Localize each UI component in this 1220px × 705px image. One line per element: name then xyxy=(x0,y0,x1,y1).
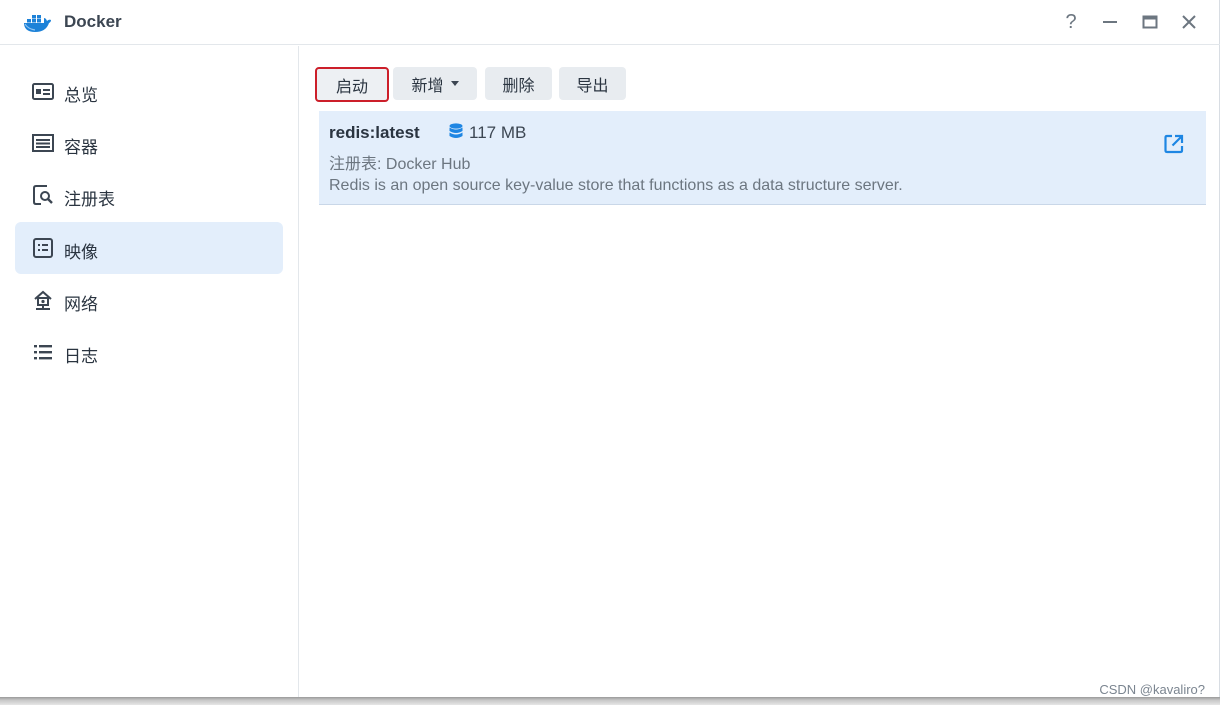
caret-down-icon xyxy=(450,81,459,86)
title-bar: Docker ? xyxy=(0,0,1220,45)
image-name: redis:latest xyxy=(329,123,420,142)
sidebar: 总览 容器 注册表 映像 网络 日志 xyxy=(0,46,299,698)
image-registry: 注册表: Docker Hub xyxy=(329,156,471,173)
list-item[interactable]: redis:latest 117 MB 注册表: Docker Hub Redi… xyxy=(319,111,1206,205)
maximize-button[interactable] xyxy=(1137,10,1163,34)
sidebar-item-registry[interactable]: 注册表 xyxy=(15,169,283,221)
database-icon xyxy=(449,123,463,138)
sidebar-item-label: 网络 xyxy=(64,295,98,314)
close-icon xyxy=(1182,15,1196,29)
sidebar-item-label: 容器 xyxy=(64,138,98,157)
overview-icon xyxy=(32,83,54,100)
help-icon: ? xyxy=(1065,10,1077,33)
docker-window: Docker ? 总览 容器 注册表 映像 网络 日志 启动 新增 删除 导出 … xyxy=(0,0,1220,698)
export-button[interactable]: 导出 xyxy=(559,67,626,100)
sidebar-item-label: 映像 xyxy=(64,243,98,262)
sidebar-item-overview[interactable]: 总览 xyxy=(15,65,283,117)
help-button[interactable]: ? xyxy=(1058,10,1084,34)
start-button[interactable]: 启动 xyxy=(315,67,389,102)
add-dropdown-button[interactable]: 新增 xyxy=(393,67,477,100)
sidebar-item-container[interactable]: 容器 xyxy=(15,117,283,169)
minimize-icon xyxy=(1103,21,1117,23)
log-list-icon xyxy=(34,345,52,360)
registry-search-icon xyxy=(33,185,53,205)
network-icon xyxy=(34,290,52,310)
window-title: Docker xyxy=(64,12,122,31)
sidebar-item-label: 注册表 xyxy=(64,190,115,209)
image-size: 117 MB xyxy=(469,123,527,142)
sidebar-item-label: 总览 xyxy=(64,86,98,105)
external-link-icon[interactable] xyxy=(1164,134,1184,154)
container-icon xyxy=(32,134,54,152)
maximize-icon xyxy=(1142,15,1158,29)
sidebar-item-image[interactable]: 映像 xyxy=(15,222,283,274)
delete-button[interactable]: 删除 xyxy=(485,67,552,100)
sidebar-item-label: 日志 xyxy=(64,347,98,366)
image-icon xyxy=(33,238,53,258)
close-button[interactable] xyxy=(1176,10,1202,34)
sidebar-item-log[interactable]: 日志 xyxy=(15,326,283,378)
window-shadow xyxy=(0,697,1220,705)
minimize-button[interactable] xyxy=(1097,10,1123,34)
add-button-label: 新增 xyxy=(411,77,444,95)
watermark-text: CSDN @kavaliro? xyxy=(1099,682,1205,697)
docker-whale-icon xyxy=(24,15,51,32)
image-description: Redis is an open source key-value store … xyxy=(329,177,903,194)
sidebar-item-network[interactable]: 网络 xyxy=(15,274,283,326)
